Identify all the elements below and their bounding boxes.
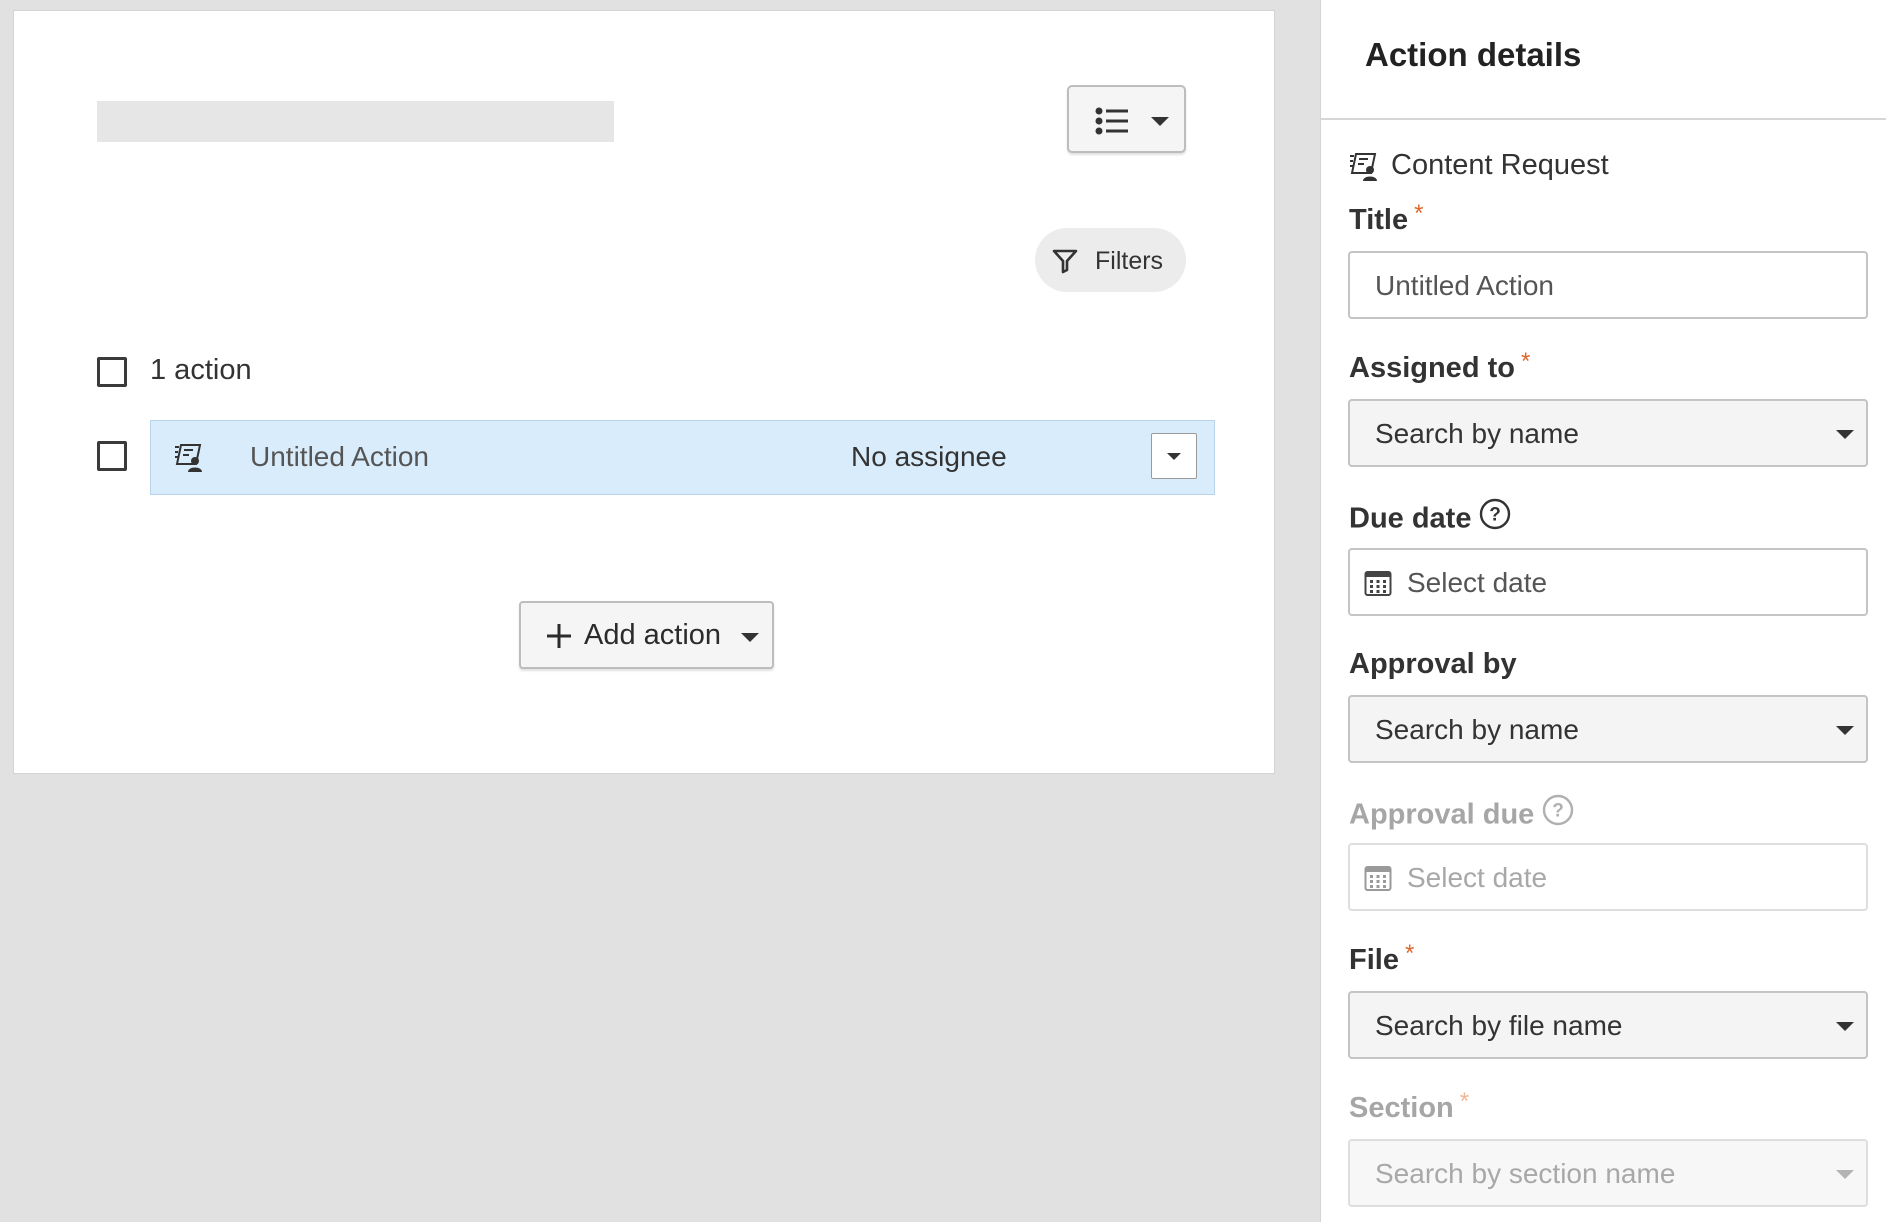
add-action-label: Add action: [584, 619, 722, 651]
details-heading: Action details: [1365, 36, 1582, 73]
svg-text:?: ?: [1490, 505, 1502, 526]
due-date-input[interactable]: Select date: [1348, 548, 1868, 616]
filters-label: Filters: [1095, 247, 1164, 275]
file-placeholder: Search by file name: [1375, 1010, 1623, 1041]
chevron-down-icon: [1836, 1170, 1854, 1179]
chevron-down-icon: [1836, 726, 1854, 735]
due-date-label-text: Due date: [1349, 502, 1472, 535]
content-request-icon: [174, 443, 204, 478]
chevron-down-icon: [1151, 117, 1169, 126]
row-menu-button[interactable]: [1151, 433, 1197, 479]
title-placeholder: [97, 101, 614, 142]
actions-card: Filters 1 action Untitled Action No assi…: [13, 10, 1275, 774]
file-label-text: File: [1349, 944, 1399, 976]
select-all-checkbox[interactable]: [97, 357, 127, 387]
chevron-down-icon: [741, 633, 759, 642]
add-action-button[interactable]: Add action: [519, 601, 774, 669]
assigned-to-label-text: Assigned to: [1349, 352, 1515, 384]
view-toggle-button[interactable]: [1067, 85, 1186, 153]
required-marker: *: [1520, 348, 1531, 375]
required-marker: *: [1459, 1088, 1470, 1115]
approval-by-select[interactable]: Search by name: [1348, 695, 1868, 763]
action-row[interactable]: Untitled Action No assignee: [150, 420, 1215, 495]
section-label-text: Section: [1349, 1092, 1454, 1124]
action-title: Untitled Action: [250, 441, 429, 472]
action-assignee: No assignee: [851, 441, 1007, 472]
approval-by-label-text: Approval by: [1349, 648, 1517, 680]
svg-text:?: ?: [1553, 801, 1565, 822]
file-field-label: File *: [1349, 940, 1414, 977]
due-date-field-label: Due date ?: [1349, 498, 1511, 540]
approval-due-label-text: Approval due: [1349, 798, 1535, 831]
approval-due-placeholder: Select date: [1407, 862, 1548, 893]
section-select: Search by section name: [1348, 1139, 1868, 1207]
approval-due-input: Select date: [1348, 843, 1868, 911]
chevron-down-icon: [1836, 1022, 1854, 1031]
approval-due-field-label: Approval due ?: [1349, 794, 1574, 836]
assigned-to-select[interactable]: Search by name: [1348, 399, 1868, 467]
action-count: 1 action: [150, 354, 252, 386]
filter-icon: [1052, 248, 1078, 279]
help-icon: ?: [1542, 794, 1574, 834]
filters-button[interactable]: Filters: [1035, 228, 1186, 292]
title-input-value: Untitled Action: [1375, 270, 1554, 301]
list-icon: [1095, 107, 1129, 140]
content-request-icon: [1349, 152, 1379, 187]
approval-by-placeholder: Search by name: [1375, 714, 1579, 745]
details-header: Action details: [1321, 0, 1886, 120]
row-checkbox[interactable]: [97, 441, 127, 471]
action-details-panel: Action details Content Request Title * Un…: [1320, 0, 1886, 1222]
section-placeholder: Search by section name: [1375, 1158, 1676, 1189]
title-input[interactable]: Untitled Action: [1348, 251, 1868, 319]
calendar-icon: [1364, 864, 1392, 897]
required-marker: *: [1404, 940, 1415, 967]
file-select[interactable]: Search by file name: [1348, 991, 1868, 1059]
required-marker: *: [1414, 200, 1424, 227]
title-label-text: Title: [1349, 204, 1409, 236]
section-field-label: Section *: [1349, 1088, 1469, 1125]
assigned-to-placeholder: Search by name: [1375, 418, 1579, 449]
due-date-placeholder: Select date: [1407, 567, 1548, 598]
title-field-label: Title *: [1349, 200, 1423, 237]
chevron-down-icon: [1167, 453, 1181, 460]
action-type-label: Content Request: [1391, 149, 1609, 181]
plus-icon: [546, 623, 572, 654]
approval-by-field-label: Approval by: [1349, 648, 1517, 681]
help-icon[interactable]: ?: [1479, 498, 1511, 538]
calendar-icon: [1364, 569, 1392, 602]
assigned-to-field-label: Assigned to *: [1349, 348, 1530, 385]
chevron-down-icon: [1836, 430, 1854, 439]
